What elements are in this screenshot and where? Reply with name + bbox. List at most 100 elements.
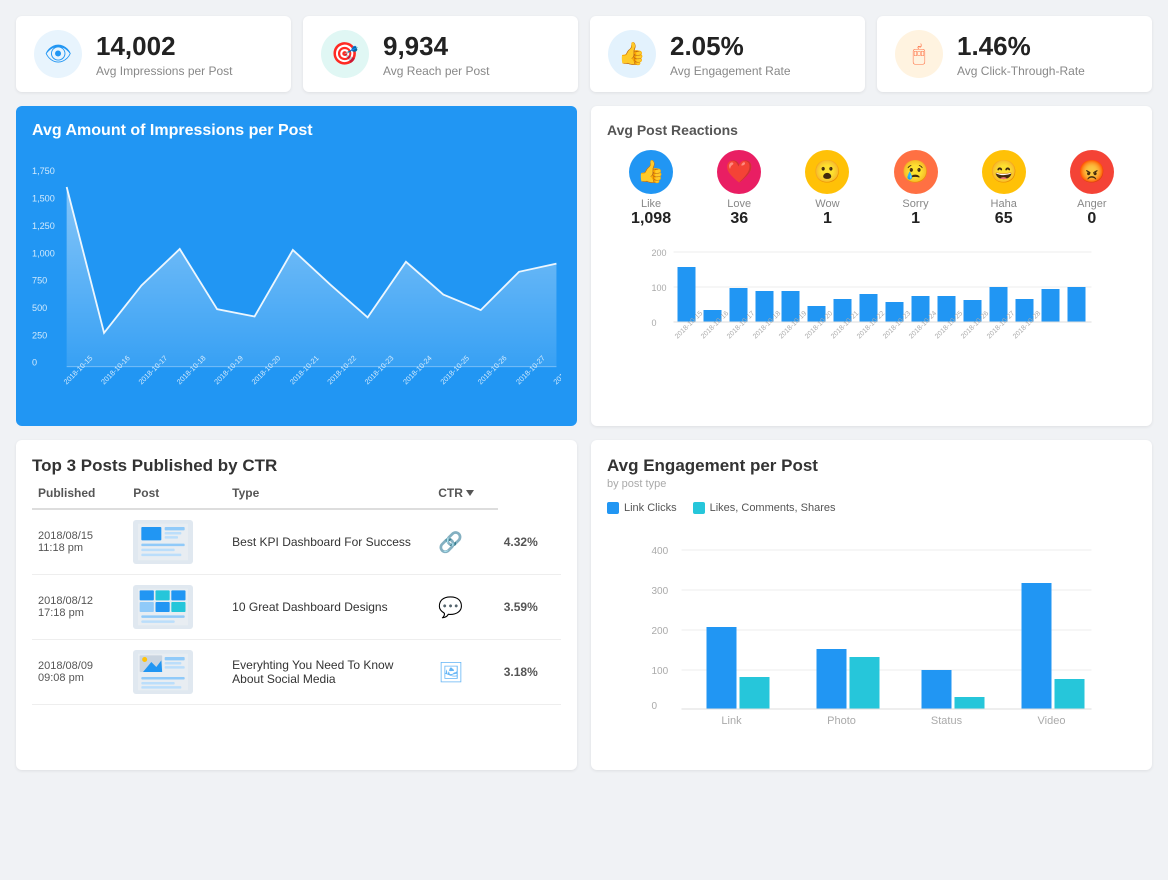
legend-link-clicks: Link Clicks <box>607 502 677 514</box>
reaction-like: 👍 Like 1,098 <box>629 150 673 228</box>
reaction-sorry: 😢 Sorry 1 <box>894 150 938 228</box>
svg-text:Link: Link <box>721 715 742 727</box>
svg-text:Photo: Photo <box>827 715 856 727</box>
stat-reach: 🎯 9,934 Avg Reach per Post <box>303 16 578 92</box>
bottom-grid: Top 3 Posts Published by CTR Published P… <box>16 440 1152 770</box>
anger-value: 0 <box>1070 210 1114 228</box>
wow-emoji: 😮 <box>805 150 849 194</box>
type-icon-image: 🖼 <box>438 662 463 684</box>
engagement-label: Avg Engagement Rate <box>670 64 791 78</box>
svg-text:1,500: 1,500 <box>32 194 55 204</box>
col-published: Published <box>32 478 127 509</box>
reaction-anger: 😡 Anger 0 <box>1070 150 1114 228</box>
svg-text:200: 200 <box>652 248 667 258</box>
legend-likes-dot <box>693 502 705 514</box>
post-type: 💬 <box>432 575 497 640</box>
reaction-haha: 😄 Haha 65 <box>982 150 1026 228</box>
engagement-title: Avg Engagement per Post <box>607 456 1136 476</box>
wow-label: Wow <box>805 198 849 210</box>
engagement-value: 2.05% <box>670 31 791 62</box>
top-posts-card: Top 3 Posts Published by CTR Published P… <box>16 440 577 770</box>
like-label: Like <box>629 198 673 210</box>
table-row: 2018/08/12 17:18 pm 10 Great Dashboard D… <box>32 575 561 640</box>
legend-link-clicks-label: Link Clicks <box>624 502 677 514</box>
post-thumb-cell <box>127 575 226 640</box>
sorry-emoji: 😢 <box>894 150 938 194</box>
svg-text:0: 0 <box>652 701 658 712</box>
svg-text:0: 0 <box>32 358 37 368</box>
reactions-bar-chart: 200 100 0 <box>607 244 1136 374</box>
engagement-subtitle: by post type <box>607 478 1136 490</box>
like-emoji: 👍 <box>629 150 673 194</box>
love-label: Love <box>717 198 761 210</box>
table-row: 2018/08/15 11:18 pm Best KPI Dashboard F… <box>32 509 561 575</box>
col-type: Type <box>226 478 432 509</box>
top-posts-title: Top 3 Posts Published by CTR <box>32 456 561 476</box>
main-grid: Avg Amount of Impressions per Post 1,750… <box>16 106 1152 426</box>
impressions-chart-title: Avg Amount of Impressions per Post <box>32 122 561 140</box>
post-ctr: 4.32% <box>498 509 561 575</box>
love-value: 36 <box>717 210 761 228</box>
svg-text:100: 100 <box>652 666 669 677</box>
ctr-label: Avg Click-Through-Rate <box>957 64 1085 78</box>
post-thumbnail <box>133 585 193 629</box>
svg-text:0: 0 <box>652 318 657 328</box>
post-date: 2018/08/15 11:18 pm <box>32 509 127 575</box>
anger-emoji: 😡 <box>1070 150 1114 194</box>
type-icon-chat: 💬 <box>438 597 463 619</box>
svg-text:200: 200 <box>652 626 669 637</box>
post-thumb-cell <box>127 640 226 705</box>
top-posts-table: Published Post Type CTR 2018/08/15 11:18… <box>32 478 561 705</box>
col-post: Post <box>127 478 226 509</box>
post-thumbnail <box>133 650 193 694</box>
reactions-bar-svg: 200 100 0 <box>607 244 1136 374</box>
reach-label: Avg Reach per Post <box>383 64 490 78</box>
engagement-card: Avg Engagement per Post by post type Lin… <box>591 440 1152 770</box>
svg-text:400: 400 <box>652 546 669 557</box>
ctr-sort-icon[interactable] <box>466 490 474 496</box>
svg-text:1,250: 1,250 <box>32 221 55 231</box>
svg-text:1,000: 1,000 <box>32 248 55 258</box>
svg-text:Status: Status <box>931 715 963 727</box>
post-thumb-cell <box>127 509 226 575</box>
reaction-love: ❤️ Love 36 <box>717 150 761 228</box>
post-title: 10 Great Dashboard Designs <box>226 575 432 640</box>
impressions-chart-svg: 1,750 1,500 1,250 1,000 750 500 250 0 <box>32 150 561 410</box>
post-title: Everyhting You Need To Know About Social… <box>226 640 432 705</box>
svg-text:250: 250 <box>32 330 47 340</box>
svg-text:750: 750 <box>32 276 47 286</box>
svg-text:500: 500 <box>32 303 47 313</box>
post-type: 🖼 <box>432 640 497 705</box>
ctr-value: 1.46% <box>957 31 1085 62</box>
stat-ctr: 🖱 1.46% Avg Click-Through-Rate <box>877 16 1152 92</box>
wow-value: 1 <box>805 210 849 228</box>
like-value: 1,098 <box>629 210 673 228</box>
impressions-value: 14,002 <box>96 31 233 62</box>
post-date: 2018/08/09 09:08 pm <box>32 640 127 705</box>
haha-value: 65 <box>982 210 1026 228</box>
reactions-title: Avg Post Reactions <box>607 122 1136 138</box>
engagement-chart-area: 400 300 200 100 0 <box>607 524 1136 754</box>
ctr-icon: 🖱 <box>895 30 943 78</box>
type-icon-link: 🔗 <box>438 532 463 554</box>
reactions-row: 👍 Like 1,098 ❤️ Love 36 😮 Wow 1 😢 Sorry … <box>607 150 1136 228</box>
post-type: 🔗 <box>432 509 497 575</box>
engagement-legend: Link Clicks Likes, Comments, Shares <box>607 502 1136 514</box>
impressions-label: Avg Impressions per Post <box>96 64 233 78</box>
svg-text:Video: Video <box>1038 715 1066 727</box>
love-emoji: ❤️ <box>717 150 761 194</box>
svg-text:300: 300 <box>652 586 669 597</box>
engagement-chart-svg: 400 300 200 100 0 <box>607 524 1136 754</box>
sorry-label: Sorry <box>894 198 938 210</box>
reach-value: 9,934 <box>383 31 490 62</box>
impressions-chart-card: Avg Amount of Impressions per Post 1,750… <box>16 106 577 426</box>
impressions-icon: 👁 <box>34 30 82 78</box>
post-ctr: 3.18% <box>498 640 561 705</box>
engagement-icon: 👍 <box>608 30 656 78</box>
svg-text:1,750: 1,750 <box>32 166 55 176</box>
haha-label: Haha <box>982 198 1026 210</box>
post-thumbnail <box>133 520 193 564</box>
svg-text:100: 100 <box>652 283 667 293</box>
sorry-value: 1 <box>894 210 938 228</box>
top-stats-row: 👁 14,002 Avg Impressions per Post 🎯 9,93… <box>16 16 1152 92</box>
